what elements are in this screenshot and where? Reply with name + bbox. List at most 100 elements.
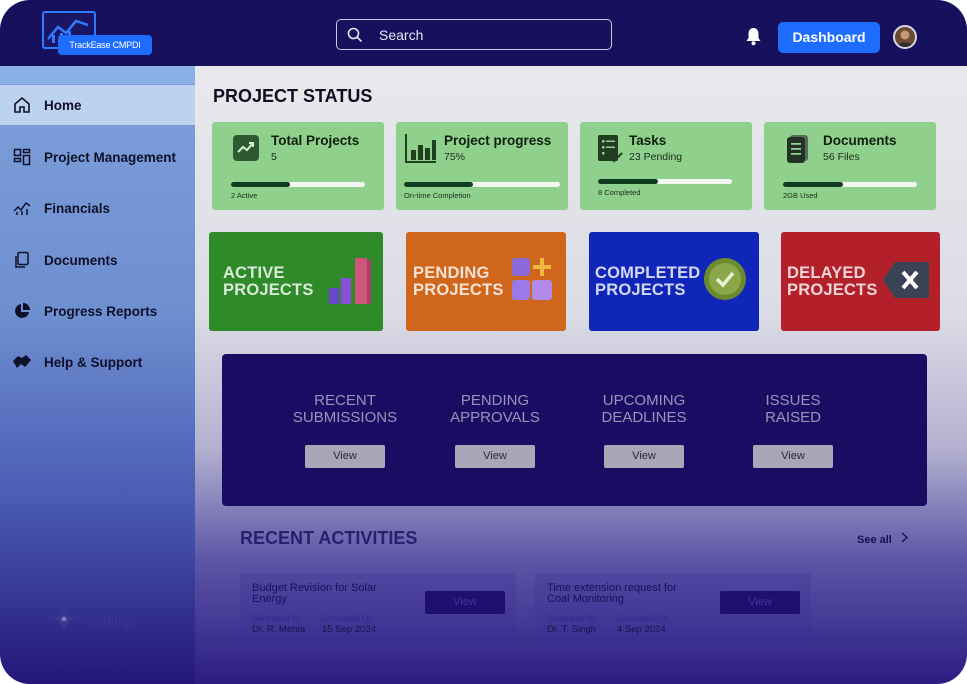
sidebar-item-progress-reports[interactable]: Progress Reports (0, 291, 195, 331)
progress-fill (783, 182, 844, 187)
progress-fill (598, 179, 659, 184)
panel-upcoming-deadlines: UPCOMING DEADLINES View (569, 392, 719, 468)
logout-label: Log out (84, 651, 131, 668)
panel-title: UPCOMING DEADLINES (569, 392, 719, 428)
bell-icon[interactable] (745, 27, 762, 51)
trend-icon (232, 134, 262, 164)
stat-card-documents[interactable]: Documents 56 Files 2GB Used (764, 122, 936, 210)
view-pending-approvals-button[interactable]: View (455, 445, 535, 468)
panel-recent-submissions: RECENT SUBMISSIONS View (270, 392, 420, 468)
stat-card-total-projects[interactable]: Total Projects 5 2 Active (212, 122, 384, 210)
category-line1: ACTIVE (223, 264, 285, 282)
category-pending-projects[interactable]: PENDING PROJECTS (406, 232, 566, 331)
page-title: PROJECT STATUS (213, 86, 373, 106)
activity-title: Budget Revision for Solar Energy (252, 582, 377, 605)
recent-activities-title: RECENT ACTIVITIES (240, 528, 418, 548)
panel-title-line1: RECENT (314, 392, 376, 409)
blocks-plus-icon (512, 258, 552, 300)
category-label: COMPLETED PROJECTS (595, 265, 700, 299)
stat-title: Documents (823, 133, 897, 148)
dashboard-button[interactable]: Dashboard (778, 22, 880, 53)
search-icon (347, 27, 363, 48)
progress-fill (404, 182, 473, 187)
sidebar-top-strip (0, 66, 195, 84)
avatar[interactable] (893, 25, 917, 49)
see-all-label: See all (857, 534, 892, 546)
stat-title: Tasks (629, 133, 667, 148)
settings-link[interactable]: Settings (54, 609, 137, 632)
panel-title: PENDING APPROVALS (420, 392, 570, 428)
category-line2: PROJECTS (787, 281, 878, 299)
category-line2: PROJECTS (413, 281, 504, 299)
logo-text[interactable]: TrackEase CMPDI (58, 35, 152, 55)
quick-access-panel: RECENT SUBMISSIONS View PENDING APPROVAL… (222, 354, 927, 506)
financials-icon (12, 198, 32, 218)
logout-link[interactable]: Log out (54, 649, 131, 670)
sidebar-item-label: Home (44, 97, 82, 113)
delete-x-icon (883, 262, 929, 298)
see-all-link[interactable]: See all (857, 532, 908, 546)
stat-value: 5 (271, 151, 277, 163)
panel-issues-raised: ISSUES RAISED View (718, 392, 868, 468)
category-line1: DELAYED (787, 264, 866, 282)
category-line2: PROJECTS (595, 281, 686, 299)
category-completed-projects[interactable]: COMPLETED PROJECTS (589, 232, 759, 331)
pie-chart-icon (12, 301, 32, 321)
view-recent-submissions-button[interactable]: View (305, 445, 385, 468)
bar-chart-icon (404, 132, 438, 166)
activity-card: Time extension request for Coal Monitori… (535, 573, 811, 643)
sidebar: Home Project Management Financials Docum… (0, 66, 195, 684)
activity-card: Budget Revision for Solar Energy Generat… (240, 573, 516, 643)
panel-title-line2: RAISED (765, 409, 821, 426)
top-bar: TrackEase CMPDI Search Dashboard (0, 0, 967, 66)
panel-title-line1: PENDING (460, 392, 530, 409)
app-frame: TrackEase CMPDI Search Dashboard Home Pr… (0, 0, 967, 684)
panel-title-line2: SUBMISSIONS (292, 409, 398, 426)
panel-title: ISSUES RAISED (718, 392, 868, 428)
view-upcoming-deadlines-button[interactable]: View (604, 445, 684, 468)
generated-on-value: 15 Sep 2024 (322, 624, 376, 635)
stat-footnote: 8 Completed (598, 188, 641, 197)
generated-by-value: Dr. R. Mehta (252, 624, 306, 635)
category-label: ACTIVE PROJECTS (223, 265, 314, 299)
category-line1: PENDING (413, 264, 490, 282)
stat-footnote: 2 Active (231, 191, 258, 200)
generated-on-label: Generated On (617, 614, 668, 623)
panel-title-line1: UPCOMING (602, 392, 686, 409)
sidebar-item-financials[interactable]: Financials (0, 188, 195, 228)
view-activity-button[interactable]: View (425, 591, 505, 614)
sidebar-item-label: Progress Reports (44, 303, 158, 319)
category-active-projects[interactable]: ACTIVE PROJECTS (209, 232, 383, 331)
search-input[interactable]: Search (336, 19, 612, 50)
category-delayed-projects[interactable]: DELAYED PROJECTS (781, 232, 940, 331)
category-line1: COMPLETED (595, 264, 701, 282)
sidebar-item-documents[interactable]: Documents (0, 240, 195, 280)
activity-title: Time extension request for Coal Monitori… (547, 582, 677, 605)
sidebar-item-project-management[interactable]: Project Management (0, 137, 195, 177)
view-activity-button[interactable]: View (720, 591, 800, 614)
progress-bar (231, 182, 365, 187)
search-placeholder: Search (379, 27, 424, 43)
checklist-icon (597, 134, 627, 164)
category-label: DELAYED PROJECTS (787, 265, 878, 299)
progress-bar (404, 182, 560, 187)
progress-fill (231, 182, 290, 187)
sidebar-item-home[interactable]: Home (0, 85, 195, 125)
stat-card-tasks[interactable]: Tasks 23 Pending 8 Completed (580, 122, 752, 210)
panel-title-line2: DEADLINES (601, 409, 687, 426)
stat-value: 23 Pending (629, 151, 683, 163)
stat-card-project-progress[interactable]: Project progress 75% On-time Completion (396, 122, 568, 210)
panel-title-line2: APPROVALS (450, 409, 540, 426)
generated-by-label: Generated By (547, 614, 597, 623)
settings-label: Settings (86, 612, 137, 629)
view-issues-raised-button[interactable]: View (753, 445, 833, 468)
chevron-right-icon (901, 532, 908, 546)
stat-footnote: 2GB Used (783, 191, 818, 200)
documents-icon (12, 250, 32, 270)
progress-bar (783, 182, 917, 187)
document-stack-icon (784, 134, 814, 164)
bar-graph-3d-icon (329, 258, 371, 304)
stat-value: 56 Files (823, 151, 860, 163)
stat-title: Total Projects (271, 133, 360, 148)
sidebar-item-help-support[interactable]: Help & Support (0, 342, 195, 382)
